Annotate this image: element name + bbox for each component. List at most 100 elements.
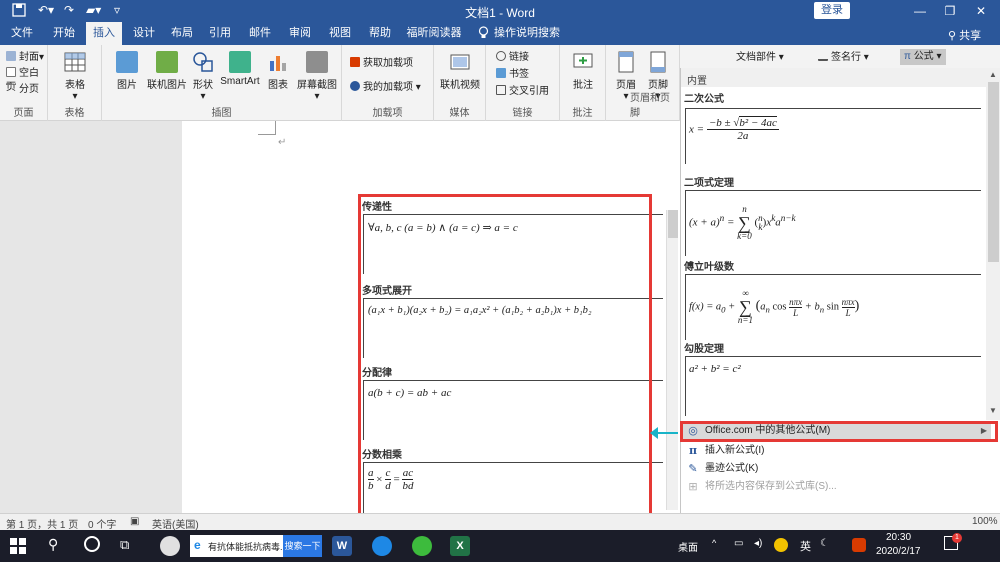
table-icon [64,51,86,73]
desktop-toolbar[interactable]: 桌面 [678,539,698,554]
windows-start-icon[interactable] [10,538,26,557]
cross-reference-button[interactable]: 交叉引用 [496,85,549,99]
dropdown-item-title: 二项式定理 [684,178,734,189]
gallery-item-transitivity[interactable]: ∀a, b, c (a = b) ∧ (a = c) ⇒ a = c [363,214,663,274]
office-more-equations-item[interactable]: ◎ Office.com 中的其他公式(M) ▶ [681,422,991,440]
restore-button[interactable]: ❐ [935,2,965,20]
table-button[interactable]: 表格 ▾ [58,51,92,102]
sogou-ime-icon[interactable] [852,538,866,552]
online-picture-button[interactable]: 联机图片 [144,51,190,91]
tab-references[interactable]: 引用 [202,22,238,45]
scroll-down-icon[interactable]: ▼ [989,406,997,415]
save-to-gallery-item: ⊞ 将所选内容保存到公式库(S)... [681,478,991,496]
ink-pen-icon: ✎ [688,463,698,475]
screenshot-button[interactable]: 屏幕截图 ▾ [294,51,340,102]
group-tables: 表格 ▾ 表格 [48,45,102,121]
insert-new-equation-item[interactable]: π 插入新公式(I) [681,442,991,460]
chart-button[interactable]: 图表 [264,51,292,91]
dropdown-scrollbar[interactable]: ▲ ▼ [986,68,1000,420]
scroll-up-icon[interactable]: ▲ [989,70,997,79]
k-app-icon[interactable] [372,536,392,556]
tab-review[interactable]: 审阅 [282,22,318,45]
group-label-media: 媒体 [449,108,470,119]
group-comments: 批注 批注 [560,45,606,121]
dropdown-item-title: 勾股定理 [684,344,724,355]
get-addins-button[interactable]: 获取加载项 [350,57,413,71]
online-video-icon [449,51,471,73]
picture-button[interactable]: 图片 [112,51,142,91]
close-button[interactable]: ✕ [966,2,996,20]
ink-equation-item[interactable]: ✎ 墨迹公式(K) [681,460,991,478]
equation-dropdown: 内置 二次公式 x = −b ± √b² − 4ac 2a 二项式定理 (x + … [680,68,1000,530]
gallery-item-distributive[interactable]: a(b + c) = ab + ac [363,380,663,440]
quadratic-equation: x = −b ± √b² − 4ac 2a [689,116,779,142]
page-count[interactable]: 第 1 页，共 1 页 [6,516,78,531]
task-view-icon[interactable]: ⧉ [120,537,129,553]
ime-status-icon[interactable] [774,538,788,552]
equation-gallery-left: 传递性 ∀a, b, c (a = b) ∧ (a = c) ⇒ a = c 多… [358,194,678,526]
save-gallery-icon: ⊞ [688,481,698,493]
excel-app-icon[interactable]: X [450,536,470,556]
group-pages: 封面▾ 空白页 分页 页面 [0,45,48,121]
link-button[interactable]: 链接 [496,51,529,65]
zoom-level[interactable]: 100% [972,516,998,527]
word-count[interactable]: 0 个字 [88,516,116,531]
network-icon[interactable]: ▭ [734,538,743,549]
dropdown-item-binomial[interactable]: (x + a)n = n ∑ k=0 (n k)xkan−k [685,190,981,256]
pinwheel-app-icon[interactable] [160,536,180,556]
tab-file[interactable]: 文件 [4,22,40,45]
header-icon [615,51,637,73]
screenshot-icon [306,51,328,73]
tab-design[interactable]: 设计 [126,22,162,45]
browser-taskbar-item[interactable]: e 有抗体能抵抗病毒... 搜索一下 [190,535,322,557]
tab-home[interactable]: 开始 [46,22,82,45]
blank-page-button[interactable]: 空白页 [6,67,47,93]
my-addins-button[interactable]: 我的加载项 ▾ [350,81,421,95]
dropdown-item-quadratic[interactable]: x = −b ± √b² − 4ac 2a [685,108,981,164]
scrollbar-thumb[interactable] [668,210,678,238]
dropdown-item-pythagorean[interactable]: a² + b² = c² [685,356,981,416]
bookmark-button[interactable]: 书签 [496,68,529,82]
cortana-icon[interactable] [84,536,100,552]
gallery-item-title: 分数相乘 [362,450,402,461]
scrollbar-thumb[interactable] [988,82,999,262]
comment-button[interactable]: 批注 [568,51,598,91]
gallery-item-title: 多项式展开 [362,286,412,297]
tray-expand-icon[interactable]: ^ [712,538,716,548]
search-icon[interactable]: ⚲ [48,536,58,553]
dropdown-item-fourier[interactable]: f(x) = a0 + ∞ ∑ n=1 (an cos nπx L + bn sin … [685,274,981,340]
login-button[interactable]: 登录 [814,2,850,19]
tab-foxit-reader[interactable]: 福昕阅读器 [404,22,464,45]
smartart-button[interactable]: SmartArt [218,51,262,87]
binomial-equation: (x + a)n = n ∑ k=0 (n k)xkan−k [689,204,796,241]
search-now-button[interactable]: 搜索一下 [283,535,322,557]
gallery-item-polynomial[interactable]: (a₁x + b₁)(a₂x + b₂) = a₁a₂x² + (a₁b₂ + … [363,298,663,358]
page-break-button[interactable]: 分页 [6,83,39,97]
doc-parts-button[interactable]: 文档部件 ▾ [736,51,784,65]
ime-language[interactable]: 英 [800,538,811,554]
online-video-button[interactable]: 联机视频 [438,51,482,91]
shapes-button[interactable]: 形状 ▾ [190,51,216,102]
tab-help[interactable]: 帮助 [362,22,398,45]
tab-mailings[interactable]: 邮件 [242,22,278,45]
minimize-button[interactable]: — [905,2,935,20]
word-app-icon[interactable]: W [332,536,352,556]
tell-me-search[interactable]: 操作说明搜索 [494,22,560,45]
share-button[interactable]: ⚲ 共享 [948,27,981,43]
tab-view[interactable]: 视图 [322,22,358,45]
tab-layout[interactable]: 布局 [164,22,200,45]
clock-date[interactable]: 2020/2/17 [876,546,921,557]
clock-time[interactable]: 20:30 [886,532,911,543]
green-app-icon[interactable] [412,536,432,556]
gallery-left-scrollbar[interactable] [666,210,678,510]
cover-page-button[interactable]: 封面▾ [6,51,44,65]
ime-moon-icon[interactable]: ☾ [820,538,829,549]
language-indicator[interactable]: 英语(美国) [152,516,199,531]
volume-icon[interactable]: ◂) [754,538,762,549]
group-header-footer: 页眉 ▾ 页脚 ▾ 页眉和页脚 [606,45,680,121]
tab-insert[interactable]: 插入 [86,22,122,45]
proofing-icon[interactable]: ▣ [130,516,139,527]
chart-icon [267,51,289,73]
equation-button[interactable]: π 公式 ▾ [900,49,946,65]
signature-line-button[interactable]: 签名行 ▾ [818,51,869,65]
